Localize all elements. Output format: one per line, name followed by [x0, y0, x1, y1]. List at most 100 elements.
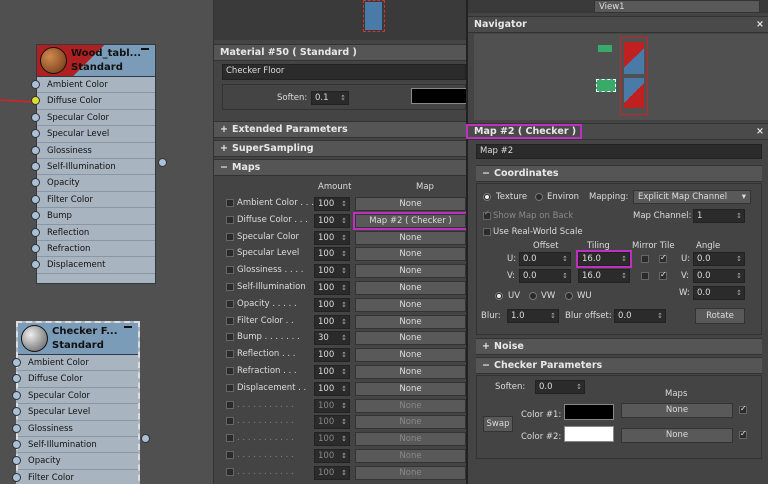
node-slot[interactable]: Glossiness — [31, 143, 155, 159]
map-enable-checkbox[interactable] — [226, 249, 234, 258]
map-slot-button[interactable]: None — [355, 465, 466, 480]
rotate-button[interactable]: Rotate — [695, 308, 745, 324]
swap-button[interactable]: Swap — [483, 416, 513, 432]
output-port[interactable] — [158, 158, 167, 167]
node-slot[interactable]: Refraction — [31, 241, 155, 258]
rollout-noise[interactable]: + Noise — [476, 338, 762, 355]
node-slot[interactable]: Glossiness — [12, 421, 138, 437]
map-slot-button[interactable]: None — [355, 432, 466, 447]
node-slot[interactable]: Ambient Color — [12, 355, 138, 372]
w-angle-spinner[interactable]: 0.0 — [693, 286, 745, 300]
uv-radio[interactable] — [495, 292, 503, 300]
map-amount-spinner[interactable]: 100 — [314, 297, 350, 312]
map-slot-button[interactable]: None — [355, 415, 466, 430]
input-port[interactable] — [31, 194, 40, 204]
input-port[interactable] — [31, 243, 40, 253]
map-channel-spinner[interactable]: 1 — [693, 209, 745, 223]
map-slot-button[interactable]: None — [355, 365, 466, 379]
vw-radio[interactable] — [529, 292, 537, 300]
rollout-extended-parameters[interactable]: + Extended Parameters — [214, 121, 466, 138]
input-port[interactable] — [31, 211, 40, 221]
mapping-dropdown[interactable]: Explicit Map Channel ▾ — [633, 190, 751, 204]
v-mirror-checkbox[interactable] — [641, 272, 649, 280]
map-enable-checkbox[interactable] — [226, 367, 234, 375]
map-amount-spinner[interactable]: 100 — [314, 264, 350, 279]
map-amount-spinner[interactable]: 100 — [314, 398, 350, 413]
color1-map-button[interactable]: None — [621, 403, 733, 418]
map-enable-checkbox[interactable] — [226, 383, 234, 392]
soften-spinner[interactable]: 0.1 — [311, 91, 349, 105]
material-node-wood[interactable]: Wood_tabl... Standard Ambient Color Diffu… — [31, 44, 156, 284]
map-amount-spinner[interactable]: 100 — [314, 465, 350, 480]
environ-radio[interactable] — [535, 193, 543, 201]
rollout-checker-parameters[interactable]: − Checker Parameters — [476, 357, 762, 374]
input-port[interactable] — [12, 456, 21, 466]
input-port[interactable] — [12, 423, 21, 433]
node-slot[interactable]: Opacity — [12, 453, 138, 470]
map-amount-spinner[interactable]: 100 — [314, 314, 350, 329]
map-slot-button[interactable]: Map #2 ( Checker ) — [353, 211, 468, 230]
node-slot[interactable]: Specular Level — [12, 404, 138, 421]
real-world-scale-checkbox[interactable] — [483, 228, 491, 236]
map-enable-checkbox[interactable] — [226, 350, 234, 359]
map-enable-checkbox[interactable] — [226, 266, 234, 275]
color1-swatch[interactable] — [564, 404, 614, 420]
u-tiling-spinner[interactable]: 16.0 — [576, 250, 632, 268]
node-slot[interactable]: Reflection — [31, 225, 155, 241]
node-slot[interactable]: Bump — [31, 208, 155, 225]
node-slot[interactable]: Filter Color — [12, 470, 138, 484]
node-slot[interactable]: Specular Level — [31, 126, 155, 143]
map-amount-spinner[interactable]: 100 — [314, 415, 350, 430]
map-enable-checkbox[interactable] — [226, 451, 234, 459]
map-amount-spinner[interactable]: 100 — [314, 432, 350, 447]
v-tiling-spinner[interactable]: 16.0 — [578, 269, 630, 283]
map-slot-button[interactable]: None — [355, 381, 466, 396]
view-dropdown[interactable]: View1 — [594, 0, 760, 13]
navigator-view[interactable] — [474, 34, 768, 120]
output-port[interactable] — [141, 434, 150, 443]
input-port[interactable] — [31, 145, 40, 155]
input-port[interactable] — [12, 374, 21, 384]
blur-offset-spinner[interactable]: 0.0 — [614, 309, 666, 323]
u-mirror-checkbox[interactable] — [641, 255, 649, 263]
color2-map-button[interactable]: None — [621, 428, 733, 443]
minimize-icon[interactable] — [141, 48, 149, 50]
map-enable-checkbox[interactable] — [226, 467, 234, 476]
map-enable-checkbox[interactable] — [226, 215, 234, 224]
map-slot-button[interactable]: None — [355, 264, 466, 279]
color1-map-checkbox[interactable]: ✓ — [739, 404, 747, 414]
input-port[interactable] — [31, 161, 40, 171]
node-slot[interactable]: Displacement — [31, 257, 155, 274]
checker-soften-spinner[interactable]: 0.0 — [535, 380, 585, 394]
input-port[interactable] — [31, 227, 40, 237]
input-port[interactable] — [12, 472, 21, 482]
map-enable-checkbox[interactable] — [226, 417, 234, 426]
show-map-on-back-checkbox[interactable]: ✓ — [483, 209, 491, 220]
rollout-supersampling[interactable]: + SuperSampling — [214, 140, 466, 157]
input-port[interactable] — [31, 96, 40, 106]
map-slot-button[interactable]: None — [355, 230, 466, 245]
u-offset-spinner[interactable]: 0.0 — [519, 252, 571, 266]
color2-map-checkbox[interactable]: ✓ — [739, 429, 747, 439]
specular-swatch[interactable] — [411, 88, 467, 104]
map-slot-button[interactable]: None — [355, 398, 466, 413]
input-port[interactable] — [12, 407, 21, 417]
map-amount-spinner[interactable]: 100 — [314, 281, 350, 295]
map-slot-button[interactable]: None — [355, 247, 466, 262]
u-angle-spinner[interactable]: 0.0 — [693, 252, 745, 266]
map-amount-spinner[interactable]: 100 — [314, 381, 350, 396]
map-slot-button[interactable]: None — [355, 314, 466, 329]
map-slot-button[interactable]: None — [355, 331, 466, 346]
node-slot[interactable]: Diffuse Color — [31, 93, 155, 110]
map-amount-spinner[interactable]: 100 — [314, 197, 350, 211]
map-enable-checkbox[interactable] — [226, 199, 234, 207]
map-amount-spinner[interactable]: 100 — [314, 348, 350, 363]
blur-spinner[interactable]: 1.0 — [507, 309, 559, 323]
node-header[interactable]: Wood_tabl... Standard — [37, 45, 155, 77]
map-slot-button[interactable]: None — [355, 281, 466, 295]
color2-swatch[interactable] — [564, 426, 614, 442]
v-tile-checkbox[interactable]: ✓ — [659, 270, 667, 280]
input-port[interactable] — [31, 178, 40, 188]
map-amount-spinner[interactable]: 30 — [314, 331, 350, 346]
map-amount-spinner[interactable]: 100 — [314, 449, 350, 463]
